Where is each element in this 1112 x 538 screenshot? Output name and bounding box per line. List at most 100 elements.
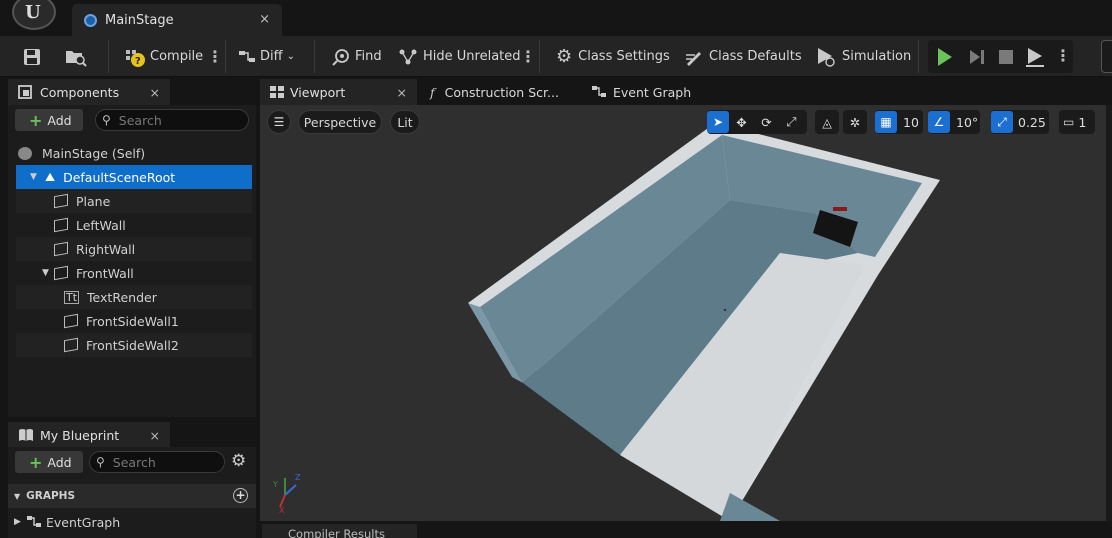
viewport-icon xyxy=(270,86,284,98)
find-button[interactable]: Find xyxy=(331,36,382,77)
event-graph-icon xyxy=(27,516,41,527)
rotation-snap-value: 10° xyxy=(956,114,979,130)
tree-item-frontwall[interactable]: ▼ FrontWall xyxy=(16,261,252,285)
class-defaults-icon xyxy=(686,51,701,66)
graph-item-label: EventGraph xyxy=(46,514,121,530)
close-document-tab-icon[interactable]: × xyxy=(259,12,270,27)
tab-viewport[interactable]: Viewport × xyxy=(260,79,417,105)
surface-snap-icon[interactable]: ✲ xyxy=(843,110,867,134)
close-components-icon[interactable]: × xyxy=(150,85,160,100)
browse-button[interactable] xyxy=(64,36,88,77)
static-mesh-icon xyxy=(54,193,68,209)
camera-speed-control[interactable]: ▭ 1 xyxy=(1059,110,1095,134)
tab-compiler-results-label: Compiler Results xyxy=(288,527,385,538)
tree-item-label: RightWall xyxy=(76,241,136,257)
scale-snap-value: 0.25 xyxy=(1018,114,1046,130)
tree-item-rightwall[interactable]: RightWall xyxy=(16,237,252,261)
select-cursor-icon[interactable]: ➤ xyxy=(707,111,729,133)
play-icon[interactable] xyxy=(936,47,954,67)
class-defaults-button[interactable]: Class Defaults xyxy=(684,36,802,77)
tree-item-mainstage-self[interactable]: MainStage (Self) xyxy=(16,141,260,165)
right-panel-edge xyxy=(1106,105,1112,521)
static-mesh-icon xyxy=(54,241,68,257)
toolbar-separator xyxy=(918,40,919,73)
tab-event-graph[interactable]: Event Graph xyxy=(591,79,691,105)
hide-unrelated-icon xyxy=(399,49,417,64)
settings-gear-icon[interactable]: ⚙ xyxy=(231,451,246,471)
document-tab-mainstage[interactable]: MainStage × xyxy=(72,4,282,36)
toolbar-separator xyxy=(108,40,109,73)
components-search-input[interactable]: ⚲ Search xyxy=(95,109,249,131)
save-button[interactable] xyxy=(22,36,42,77)
tab-components[interactable]: Components × xyxy=(8,79,170,105)
viewport-menu-button[interactable]: ☰ xyxy=(267,110,291,134)
search-icon: ⚲ xyxy=(96,455,105,469)
grid-snap-value: 10 xyxy=(903,114,919,130)
compile-options-icon[interactable]: ⋮ xyxy=(207,36,223,77)
components-search-placeholder: Search xyxy=(118,112,162,128)
my-blueprint-search-input[interactable]: ⚲ Search xyxy=(89,451,225,473)
svg-text:Z: Z xyxy=(295,473,301,482)
camera-icon: ▭ xyxy=(1063,115,1075,129)
tree-item-label: LeftWall xyxy=(76,217,126,233)
add-member-label: Add xyxy=(47,454,72,470)
my-blueprint-search-placeholder: Search xyxy=(112,454,156,470)
diff-button[interactable]: Diff ⌄ xyxy=(238,36,295,77)
rotation-snap-control[interactable]: ∠ 10° xyxy=(928,110,980,134)
world-local-icon[interactable]: ◬ xyxy=(815,110,839,134)
expand-arrow-icon[interactable]: ▶ xyxy=(14,517,26,527)
graph-item-eventgraph[interactable]: ▶ EventGraph xyxy=(10,510,254,534)
perspective-button[interactable]: Perspective xyxy=(298,110,382,134)
close-my-blueprint-icon[interactable]: × xyxy=(150,428,160,443)
view-mode-label: Lit xyxy=(397,114,413,130)
compile-label: Compile xyxy=(150,49,204,64)
expand-arrow-icon[interactable]: ▼ xyxy=(30,172,42,182)
svg-text:X: X xyxy=(279,506,285,515)
eject-icon[interactable] xyxy=(1025,46,1045,68)
tab-compiler-results[interactable]: Compiler Results xyxy=(262,524,417,538)
view-mode-button[interactable]: Lit xyxy=(390,110,420,134)
transform-tools-group: ➤ ✥ ⟳ ⤢ xyxy=(707,110,807,134)
rotate-icon[interactable]: ⟳ xyxy=(754,115,779,130)
scale-snap-control[interactable]: ⤢ 0.25 xyxy=(991,110,1049,134)
tree-item-label: FrontSideWall2 xyxy=(86,337,179,353)
hide-unrelated-button[interactable]: Hide Unrelated xyxy=(398,36,521,77)
find-label: Find xyxy=(355,49,382,64)
tab-my-blueprint[interactable]: My Blueprint × xyxy=(8,422,170,448)
simulation-button[interactable]: Simulation xyxy=(815,36,911,77)
compile-button[interactable]: ? Compile xyxy=(124,36,203,77)
components-icon xyxy=(18,85,32,99)
move-icon[interactable]: ✥ xyxy=(729,115,754,130)
tree-item-defaultsceneroot[interactable]: ▼ ⛰ DefaultSceneRoot xyxy=(16,165,252,189)
class-settings-button[interactable]: ⚙ Class Settings xyxy=(556,36,670,77)
add-component-button[interactable]: + Add xyxy=(15,109,83,131)
advance-frame-icon[interactable] xyxy=(968,48,986,66)
toolbar-overflow-box[interactable] xyxy=(1101,40,1112,73)
tab-construction-script[interactable]: f Construction Scr... xyxy=(430,79,559,105)
toolbar-separator xyxy=(225,40,226,73)
diff-label: Diff xyxy=(260,49,283,64)
simulation-label: Simulation xyxy=(842,49,912,64)
hide-unrelated-options-icon[interactable]: ⋮ xyxy=(520,36,536,77)
document-tab-label: MainStage xyxy=(105,12,174,28)
expand-arrow-icon[interactable]: ▼ xyxy=(42,268,54,278)
scene-render: Y Z X xyxy=(272,123,940,521)
add-graph-icon[interactable]: + xyxy=(233,488,248,503)
level-viewport[interactable]: Y Z X ☰ Perspective Lit ➤ ✥ ⟳ ⤢ ◬ ✲ ▦ 10… xyxy=(260,105,1106,521)
simulation-icon xyxy=(818,47,835,67)
tree-item-frontsidewall1[interactable]: FrontSideWall1 xyxy=(16,309,252,333)
compile-status-icon: ? xyxy=(126,49,145,67)
add-member-button[interactable]: + Add xyxy=(15,451,83,473)
tab-components-label: Components xyxy=(40,84,120,100)
tree-item-plane[interactable]: Plane xyxy=(16,189,252,213)
close-viewport-icon[interactable]: × xyxy=(397,85,407,100)
unreal-logo-icon[interactable]: U xyxy=(12,0,56,30)
scale-icon[interactable]: ⤢ xyxy=(779,114,804,130)
graphs-section-header[interactable]: ▼ GRAPHS + xyxy=(8,484,256,508)
tree-item-frontsidewall2[interactable]: FrontSideWall2 xyxy=(16,333,252,357)
play-options-icon[interactable]: ⋮ xyxy=(1055,46,1071,65)
tree-item-leftwall[interactable]: LeftWall xyxy=(16,213,252,237)
stop-icon[interactable] xyxy=(998,49,1014,65)
tree-item-textrender[interactable]: Tt TextRender xyxy=(16,285,252,309)
grid-snap-control[interactable]: ▦ 10 xyxy=(875,110,923,134)
